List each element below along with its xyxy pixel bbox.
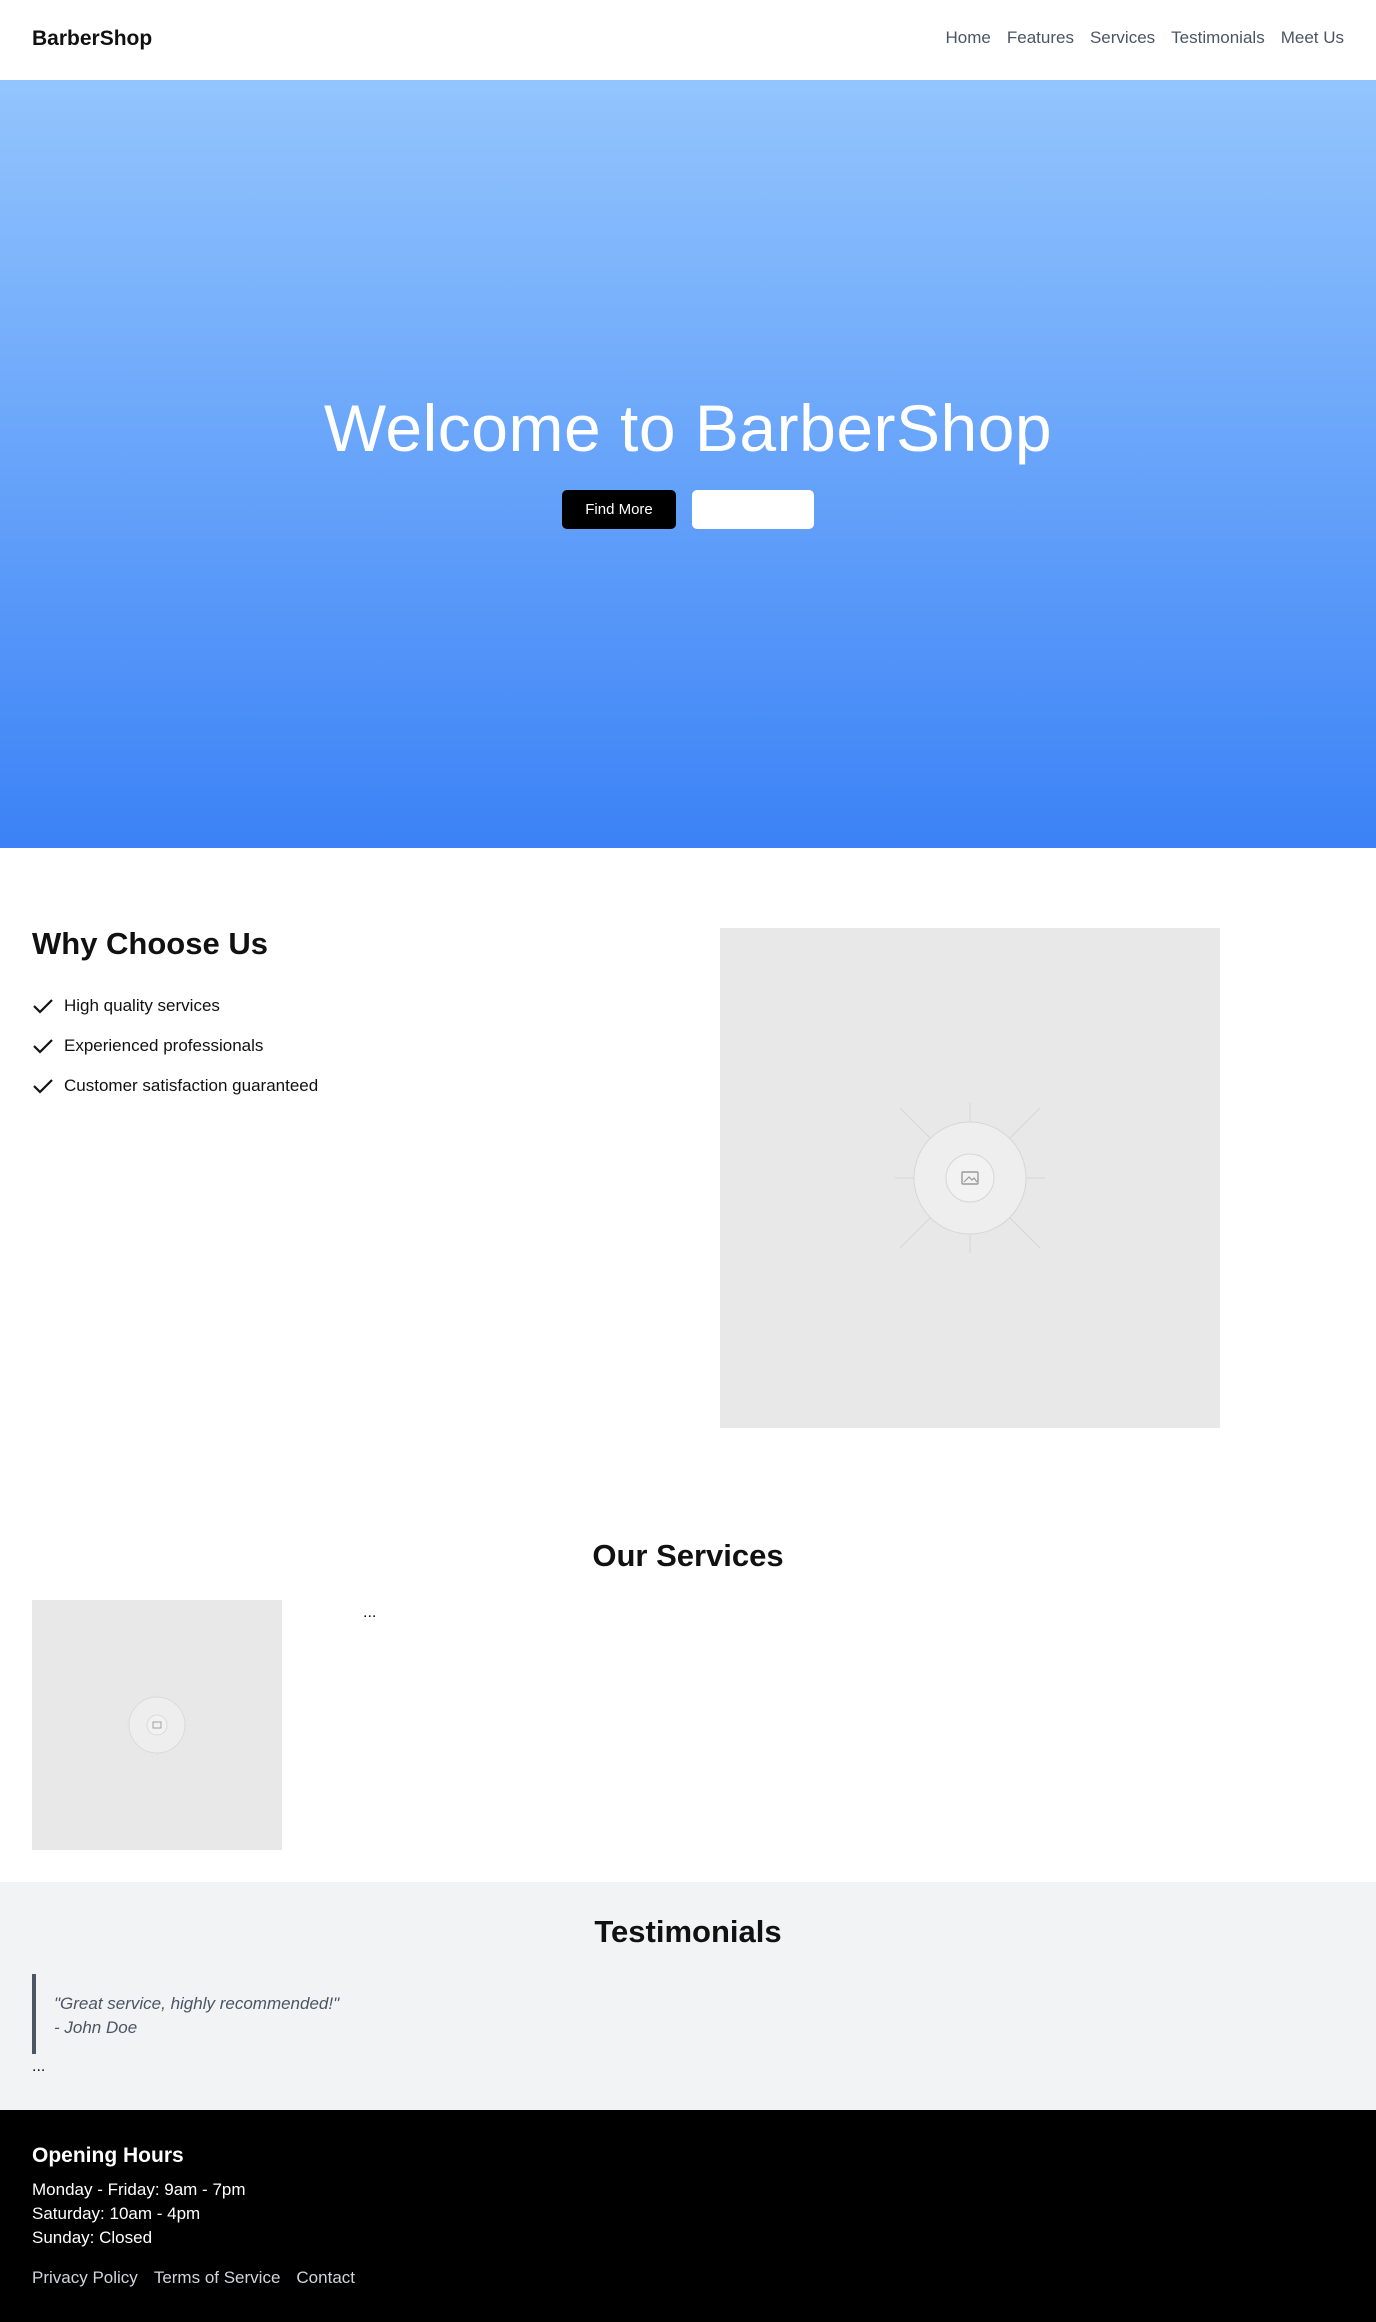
nav-link-testimonials[interactable]: Testimonials xyxy=(1171,28,1265,48)
secondary-button[interactable] xyxy=(692,490,814,529)
check-icon xyxy=(33,1079,53,1094)
nav-link-features[interactable]: Features xyxy=(1007,28,1074,48)
nav-link-meet-us[interactable]: Meet Us xyxy=(1281,28,1344,48)
privacy-policy-link[interactable]: Privacy Policy xyxy=(32,2268,138,2288)
image-placeholder-icon xyxy=(127,1695,187,1755)
list-item-label: High quality services xyxy=(64,996,220,1015)
find-more-button[interactable]: Find More xyxy=(562,490,676,529)
terms-of-service-link[interactable]: Terms of Service xyxy=(154,2268,281,2288)
footer: Opening Hours Monday - Friday: 9am - 7pm… xyxy=(0,2110,1376,2322)
footer-links: Privacy Policy Terms of Service Contact xyxy=(32,2268,355,2288)
service-image-placeholder xyxy=(32,1600,282,1850)
hero-title: Welcome to BarberShop xyxy=(323,391,1053,465)
top-nav: BarberShop Home Features Services Testim… xyxy=(0,0,1376,80)
hero-buttons: Find More xyxy=(0,490,1376,529)
services-title: Our Services xyxy=(592,1538,784,1573)
nav-link-home[interactable]: Home xyxy=(946,28,991,48)
image-placeholder-icon xyxy=(895,1103,1045,1253)
list-item: Customer satisfaction guaranteed xyxy=(32,1066,318,1106)
why-image-placeholder xyxy=(720,928,1220,1428)
testimonials-title: Testimonials xyxy=(594,1914,782,1949)
hours-line: Sunday: Closed xyxy=(32,2228,153,2247)
check-icon xyxy=(33,999,53,1014)
why-list: High quality services Experienced profes… xyxy=(32,986,318,1106)
opening-hours-title: Opening Hours xyxy=(32,2144,184,2167)
testimonial-quote: "Great service, highly recommended!" - J… xyxy=(32,1974,339,2054)
opening-hours-list: Monday - Friday: 9am - 7pm Saturday: 10a… xyxy=(32,2178,246,2250)
hours-line: Saturday: 10am - 4pm xyxy=(32,2204,201,2223)
brand-logo[interactable]: BarberShop xyxy=(32,27,152,51)
list-item-label: Customer satisfaction guaranteed xyxy=(64,1076,319,1095)
nav-link-services[interactable]: Services xyxy=(1090,28,1155,48)
hours-line: Monday - Friday: 9am - 7pm xyxy=(32,2180,246,2199)
testimonials-section: Testimonials "Great service, highly reco… xyxy=(0,1882,1376,2110)
list-item: High quality services xyxy=(32,986,318,1026)
list-item-label: Experienced professionals xyxy=(64,1036,264,1055)
testimonials-more-text: ... xyxy=(32,2058,46,2075)
quote-text: "Great service, highly recommended!" xyxy=(54,1994,340,2013)
hero-section: Welcome to BarberShop Find More xyxy=(0,80,1376,848)
nav-links: Home Features Services Testimonials Meet… xyxy=(946,28,1344,48)
services-more-text: ... xyxy=(363,1604,377,1621)
contact-link[interactable]: Contact xyxy=(296,2268,355,2288)
quote-author: - John Doe xyxy=(54,2018,138,2037)
list-item: Experienced professionals xyxy=(32,1026,318,1066)
why-choose-us-title: Why Choose Us xyxy=(32,926,268,961)
check-icon xyxy=(33,1039,53,1054)
